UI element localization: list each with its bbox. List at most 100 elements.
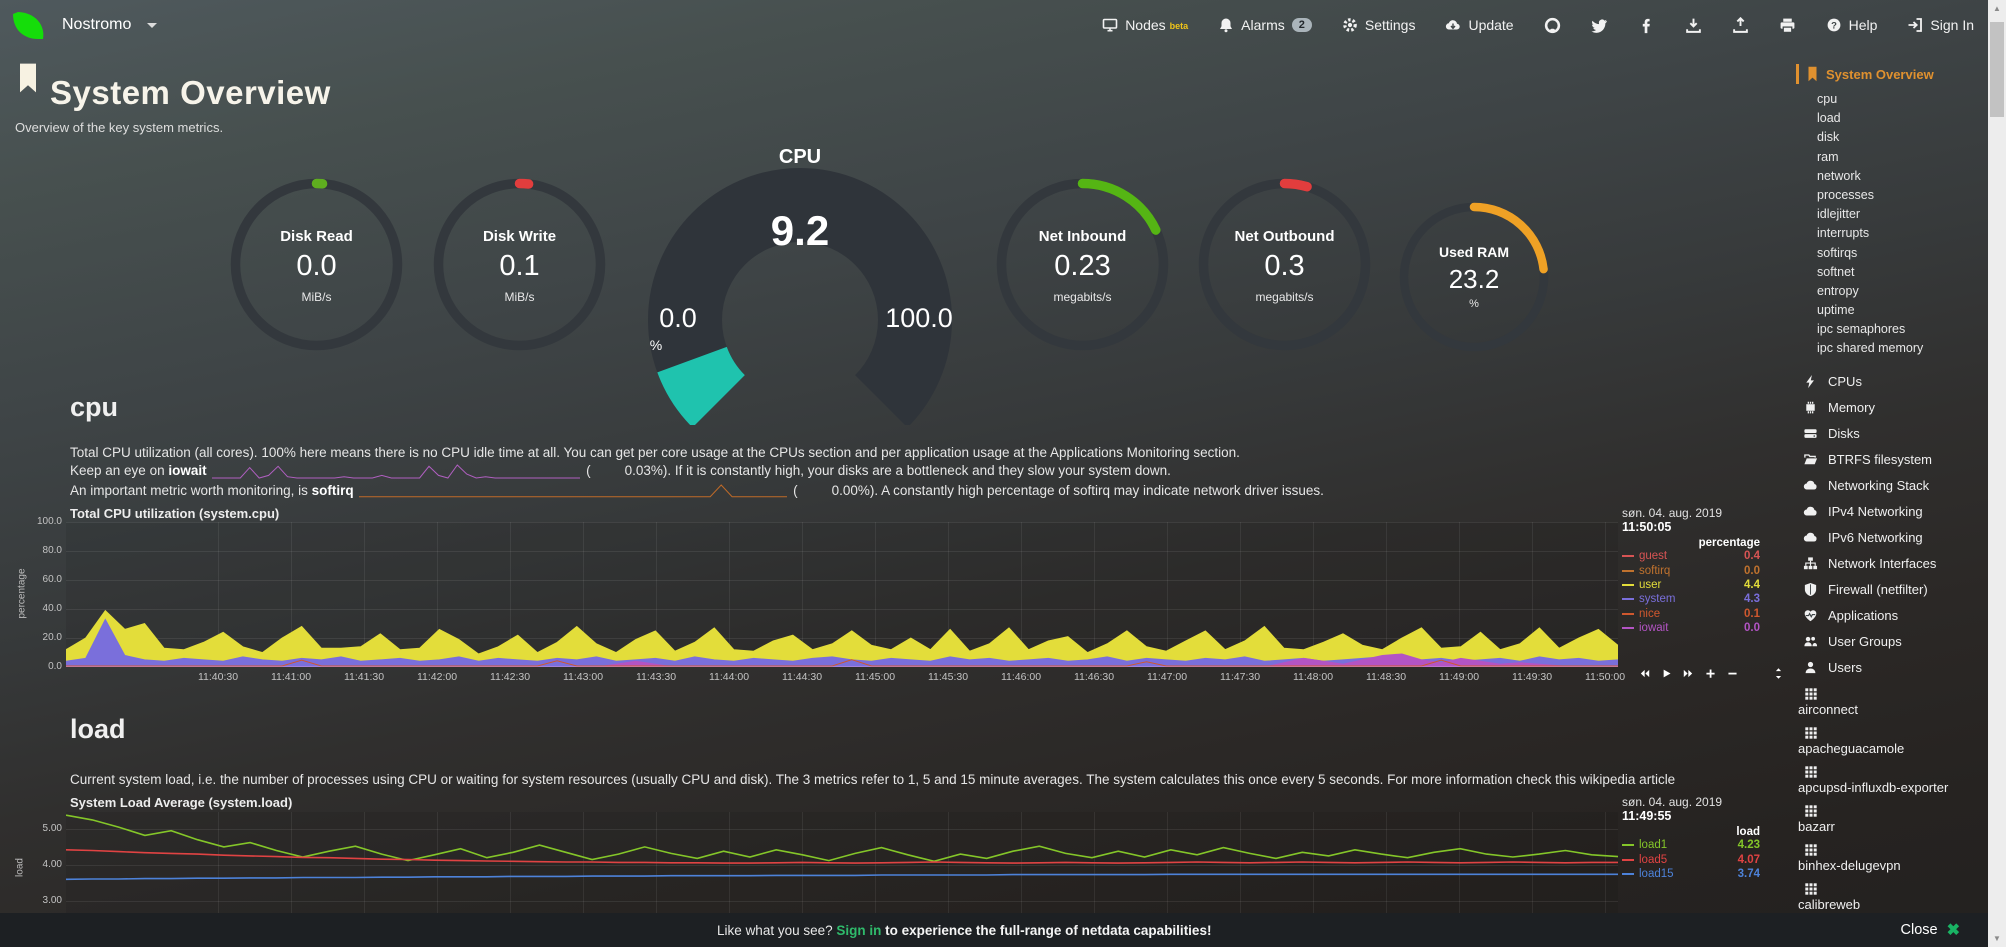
chart-resize-handle[interactable] bbox=[1772, 667, 1785, 680]
chart-zoom-in-button[interactable] bbox=[1704, 667, 1717, 680]
sidebar-item-bazarr[interactable]: bazarr bbox=[1796, 800, 1988, 839]
sidebar-item-ram[interactable]: ram bbox=[1796, 148, 1988, 167]
chart-date: søn. 04. aug. 2019 bbox=[1622, 506, 1760, 520]
sidebar-item-btrfs-filesystem[interactable]: BTRFS filesystem bbox=[1796, 447, 1988, 473]
sidebar-item-network[interactable]: network bbox=[1796, 167, 1988, 186]
nav-import[interactable] bbox=[1685, 17, 1702, 34]
bolt-icon bbox=[1803, 374, 1818, 389]
sidebar-item-load[interactable]: load bbox=[1796, 109, 1988, 128]
legend-dash bbox=[1622, 873, 1634, 875]
legend-row-guest[interactable]: guest0.4 bbox=[1622, 549, 1760, 563]
net-inbound-gauge[interactable]: Net Inbound 0.23 megabits/s bbox=[996, 178, 1169, 351]
sidebar-item-networking-stack[interactable]: Networking Stack bbox=[1796, 473, 1988, 499]
grid-icon bbox=[1804, 765, 1818, 779]
sidebar-item-softirqs[interactable]: softirqs bbox=[1796, 244, 1988, 263]
legend-row-softirq[interactable]: softirq0.0 bbox=[1622, 563, 1760, 577]
scrollbar-thumb[interactable] bbox=[1990, 22, 2004, 117]
sidebar-item-memory[interactable]: Memory bbox=[1796, 395, 1988, 421]
gauge-max: 100.0 bbox=[874, 303, 964, 334]
scroll-up-arrow[interactable]: ▲ bbox=[1988, 4, 2006, 13]
iowait-sparkline[interactable] bbox=[212, 463, 580, 479]
sidebar-item-softnet[interactable]: softnet bbox=[1796, 263, 1988, 282]
cpu-chart-legend: søn. 04. aug. 2019 11:50:05 percentage g… bbox=[1622, 506, 1760, 635]
scroll-down-arrow[interactable]: ▼ bbox=[1988, 934, 2006, 943]
nav-twitter[interactable] bbox=[1591, 17, 1608, 34]
nav-facebook[interactable] bbox=[1638, 17, 1655, 34]
nav-update[interactable]: Update bbox=[1445, 17, 1513, 33]
sidebar-item-applications[interactable]: Applications bbox=[1796, 603, 1988, 629]
legend-row-load5[interactable]: load54.07 bbox=[1622, 852, 1760, 866]
sidebar-item-system-overview[interactable]: System Overview bbox=[1796, 64, 1988, 84]
sidebar-item-ipv6-networking[interactable]: IPv6 Networking bbox=[1796, 525, 1988, 551]
nav-export[interactable] bbox=[1732, 17, 1749, 34]
navbar-actions: Nodesbeta Alarms2 Settings Update ?Help Sign … bbox=[1102, 17, 1974, 34]
nav-github[interactable] bbox=[1544, 17, 1561, 34]
sidebar-item-entropy[interactable]: entropy bbox=[1796, 282, 1988, 301]
banner-close-button[interactable]: Close ✖ bbox=[1901, 920, 1960, 940]
legend-name: load1 bbox=[1639, 839, 1738, 851]
disk-read-gauge[interactable]: Disk Read 0.0 MiB/s bbox=[230, 178, 403, 351]
net-outbound-gauge[interactable]: Net Outbound 0.3 megabits/s bbox=[1198, 178, 1371, 351]
memory-icon bbox=[1803, 400, 1818, 415]
sidebar-item-users[interactable]: Users bbox=[1796, 655, 1988, 681]
sidebar-item-user-groups[interactable]: User Groups bbox=[1796, 629, 1988, 655]
nav-settings[interactable]: Settings bbox=[1342, 17, 1416, 33]
legend-row-nice[interactable]: nice0.1 bbox=[1622, 607, 1760, 621]
x-tick: 11:47:00 bbox=[1147, 671, 1187, 683]
nav-signin[interactable]: Sign In bbox=[1907, 17, 1974, 33]
sign-in-link[interactable]: Sign in bbox=[836, 923, 881, 938]
upload-icon bbox=[1732, 17, 1749, 34]
twitter-icon bbox=[1591, 17, 1608, 34]
nav-help[interactable]: ?Help bbox=[1826, 17, 1878, 33]
sidebar-item-label: Disks bbox=[1828, 426, 1860, 441]
resize-icon bbox=[1772, 667, 1785, 680]
chart-zoom-out-button[interactable] bbox=[1726, 667, 1739, 680]
sidebar-item-network-interfaces[interactable]: Network Interfaces bbox=[1796, 551, 1988, 577]
grid-icon bbox=[1804, 687, 1818, 701]
sidebar-item-cpus[interactable]: CPUs bbox=[1796, 369, 1988, 395]
cpu-chart-plot[interactable] bbox=[66, 522, 1618, 667]
nav-alarms[interactable]: Alarms2 bbox=[1218, 17, 1312, 33]
sidebar-item-disk[interactable]: disk bbox=[1796, 128, 1988, 147]
sidebar-item-disks[interactable]: Disks bbox=[1796, 421, 1988, 447]
sidebar-item-processes[interactable]: processes bbox=[1796, 186, 1988, 205]
legend-row-load15[interactable]: load153.74 bbox=[1622, 867, 1760, 881]
nav-nodes[interactable]: Nodesbeta bbox=[1102, 17, 1188, 33]
backward-icon bbox=[1638, 667, 1651, 680]
sidebar-item-ipc-shared-memory[interactable]: ipc shared memory bbox=[1796, 339, 1988, 358]
legend-row-iowait[interactable]: iowait0.0 bbox=[1622, 621, 1760, 635]
legend-row-user[interactable]: user4.4 bbox=[1622, 578, 1760, 592]
sidebar-item-ipv4-networking[interactable]: IPv4 Networking bbox=[1796, 499, 1988, 525]
chart-pan-forward-button[interactable] bbox=[1682, 667, 1695, 680]
sidebar-item-idlejitter[interactable]: idlejitter bbox=[1796, 205, 1988, 224]
legend-row-system[interactable]: system4.3 bbox=[1622, 592, 1760, 606]
sidebar-item-airconnect[interactable]: airconnect bbox=[1796, 683, 1988, 722]
softirq-sparkline[interactable] bbox=[359, 483, 787, 499]
shield-icon bbox=[1803, 582, 1818, 597]
sidebar-item-cpu[interactable]: cpu bbox=[1796, 90, 1988, 109]
nav-print[interactable] bbox=[1779, 17, 1796, 34]
sidebar-item-firewall-netfilter-[interactable]: Firewall (netfilter) bbox=[1796, 577, 1988, 603]
sidebar-item-ipc-semaphores[interactable]: ipc semaphores bbox=[1796, 320, 1988, 339]
cloud-icon bbox=[1803, 504, 1818, 519]
host-menu[interactable]: Nostromo bbox=[10, 6, 157, 44]
x-tick: 11:42:00 bbox=[417, 671, 457, 683]
sidebar-item-interrupts[interactable]: interrupts bbox=[1796, 224, 1988, 243]
disk-write-gauge[interactable]: Disk Write 0.1 MiB/s bbox=[433, 178, 606, 351]
grid-icon bbox=[1804, 843, 1818, 857]
sidebar-item-apcupsd-influxdb-exporter[interactable]: apcupsd-influxdb-exporter bbox=[1796, 761, 1988, 800]
sidebar-item-binhex-delugevpn[interactable]: binhex-delugevpn bbox=[1796, 839, 1988, 878]
chart-play-button[interactable] bbox=[1660, 667, 1673, 680]
legend-name: guest bbox=[1639, 550, 1744, 562]
page-scrollbar[interactable]: ▲ ▼ bbox=[1988, 0, 2006, 947]
legend-name: load5 bbox=[1639, 854, 1738, 866]
legend-dash bbox=[1622, 844, 1634, 846]
sidebar-item-uptime[interactable]: uptime bbox=[1796, 301, 1988, 320]
used-ram-gauge[interactable]: Used RAM 23.2 % bbox=[1399, 202, 1549, 352]
sidebar-item-apacheguacamole[interactable]: apacheguacamole bbox=[1796, 722, 1988, 761]
legend-row-load1[interactable]: load14.23 bbox=[1622, 838, 1760, 852]
chart-pan-backward-button[interactable] bbox=[1638, 667, 1651, 680]
load-chart-plot[interactable] bbox=[66, 812, 1618, 925]
sidebar-item-calibreweb[interactable]: calibreweb bbox=[1796, 878, 1988, 917]
legend-dash bbox=[1622, 555, 1634, 557]
